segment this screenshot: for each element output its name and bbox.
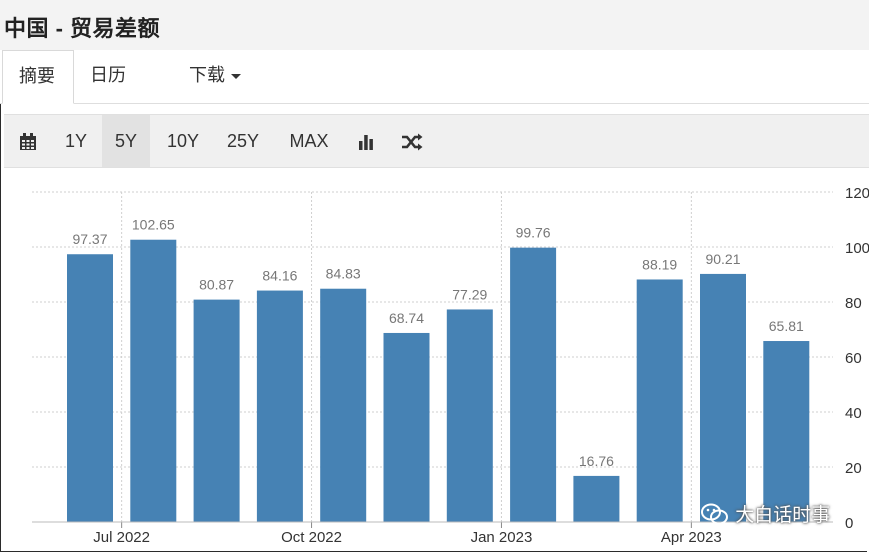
bar[interactable]	[130, 239, 177, 522]
bar[interactable]	[320, 288, 367, 522]
range-25y-button[interactable]: 25Y	[216, 115, 270, 167]
x-tick-label: Apr 2023	[661, 529, 722, 546]
x-tick-label: Jul 2022	[93, 529, 150, 546]
bar-chart-icon[interactable]	[348, 115, 384, 167]
watermark-text: 大白话时事	[735, 505, 831, 526]
chart-toolbar: 1Y 5Y 10Y 25Y MAX	[4, 114, 869, 168]
bar-value-label: 84.83	[326, 266, 361, 282]
calendar-icon[interactable]	[10, 115, 46, 167]
y-tick-label: 60	[845, 350, 862, 367]
range-max-button[interactable]: MAX	[276, 115, 342, 167]
y-tick-label: 40	[845, 405, 862, 422]
tab-download[interactable]: 下载	[189, 50, 241, 103]
bar[interactable]	[256, 290, 303, 522]
y-tick-label: 100	[845, 240, 869, 257]
bar[interactable]	[383, 332, 430, 522]
bar-value-label: 80.87	[199, 277, 234, 293]
bar-value-label: 88.19	[642, 256, 677, 272]
bar[interactable]	[510, 247, 557, 522]
range-1y-button[interactable]: 1Y	[54, 115, 98, 167]
shuffle-icon[interactable]	[394, 115, 430, 167]
x-tick-label: Oct 2022	[281, 529, 342, 546]
y-tick-label: 20	[845, 460, 862, 477]
bar-value-label: 99.76	[516, 225, 551, 241]
tab-download-label: 下载	[189, 65, 225, 85]
y-tick-label: 120	[845, 185, 869, 202]
y-tick-label: 80	[845, 295, 862, 312]
bar-chart: 0 20 40 60 80 100 120 Jul 2022 Oct 2022 Jan 2023 A…	[32, 185, 869, 546]
bar-value-label: 65.81	[769, 318, 804, 334]
bar[interactable]	[67, 254, 113, 523]
chart-area: 0 20 40 60 80 100 120 Jul 2022 Oct 2022 Jan 2023 A…	[0, 170, 869, 554]
bar[interactable]	[573, 475, 620, 522]
tab-bar: 摘要 日历 下载	[0, 50, 869, 104]
bar-value-label: 68.74	[389, 310, 424, 326]
bar[interactable]	[193, 299, 240, 522]
bar-value-label: 90.21	[705, 251, 740, 267]
bar[interactable]	[636, 279, 683, 522]
bar[interactable]	[446, 309, 493, 522]
bar-value-label: 16.76	[579, 453, 614, 469]
range-5y-button[interactable]: 5Y	[102, 115, 150, 167]
bar-value-label: 77.29	[452, 286, 487, 302]
bar[interactable]	[700, 273, 746, 522]
bar-value-label: 102.65	[132, 217, 175, 233]
tab-calendar[interactable]: 日历	[90, 50, 126, 103]
watermark: 大白话时事	[700, 500, 830, 530]
bar-value-label: 84.16	[262, 268, 297, 284]
wechat-icon	[701, 503, 728, 525]
bar[interactable]	[763, 341, 810, 522]
caret-down-icon	[231, 73, 241, 79]
bar-value-label: 97.37	[72, 231, 107, 247]
range-10y-button[interactable]: 10Y	[156, 115, 210, 167]
tab-summary[interactable]: 摘要	[2, 50, 74, 104]
y-tick-label: 0	[845, 515, 853, 532]
title-bar: 中国 - 贸易差额	[0, 0, 869, 51]
page-title: 中国 - 贸易差额	[4, 16, 161, 41]
x-tick-label: Jan 2023	[471, 529, 533, 546]
